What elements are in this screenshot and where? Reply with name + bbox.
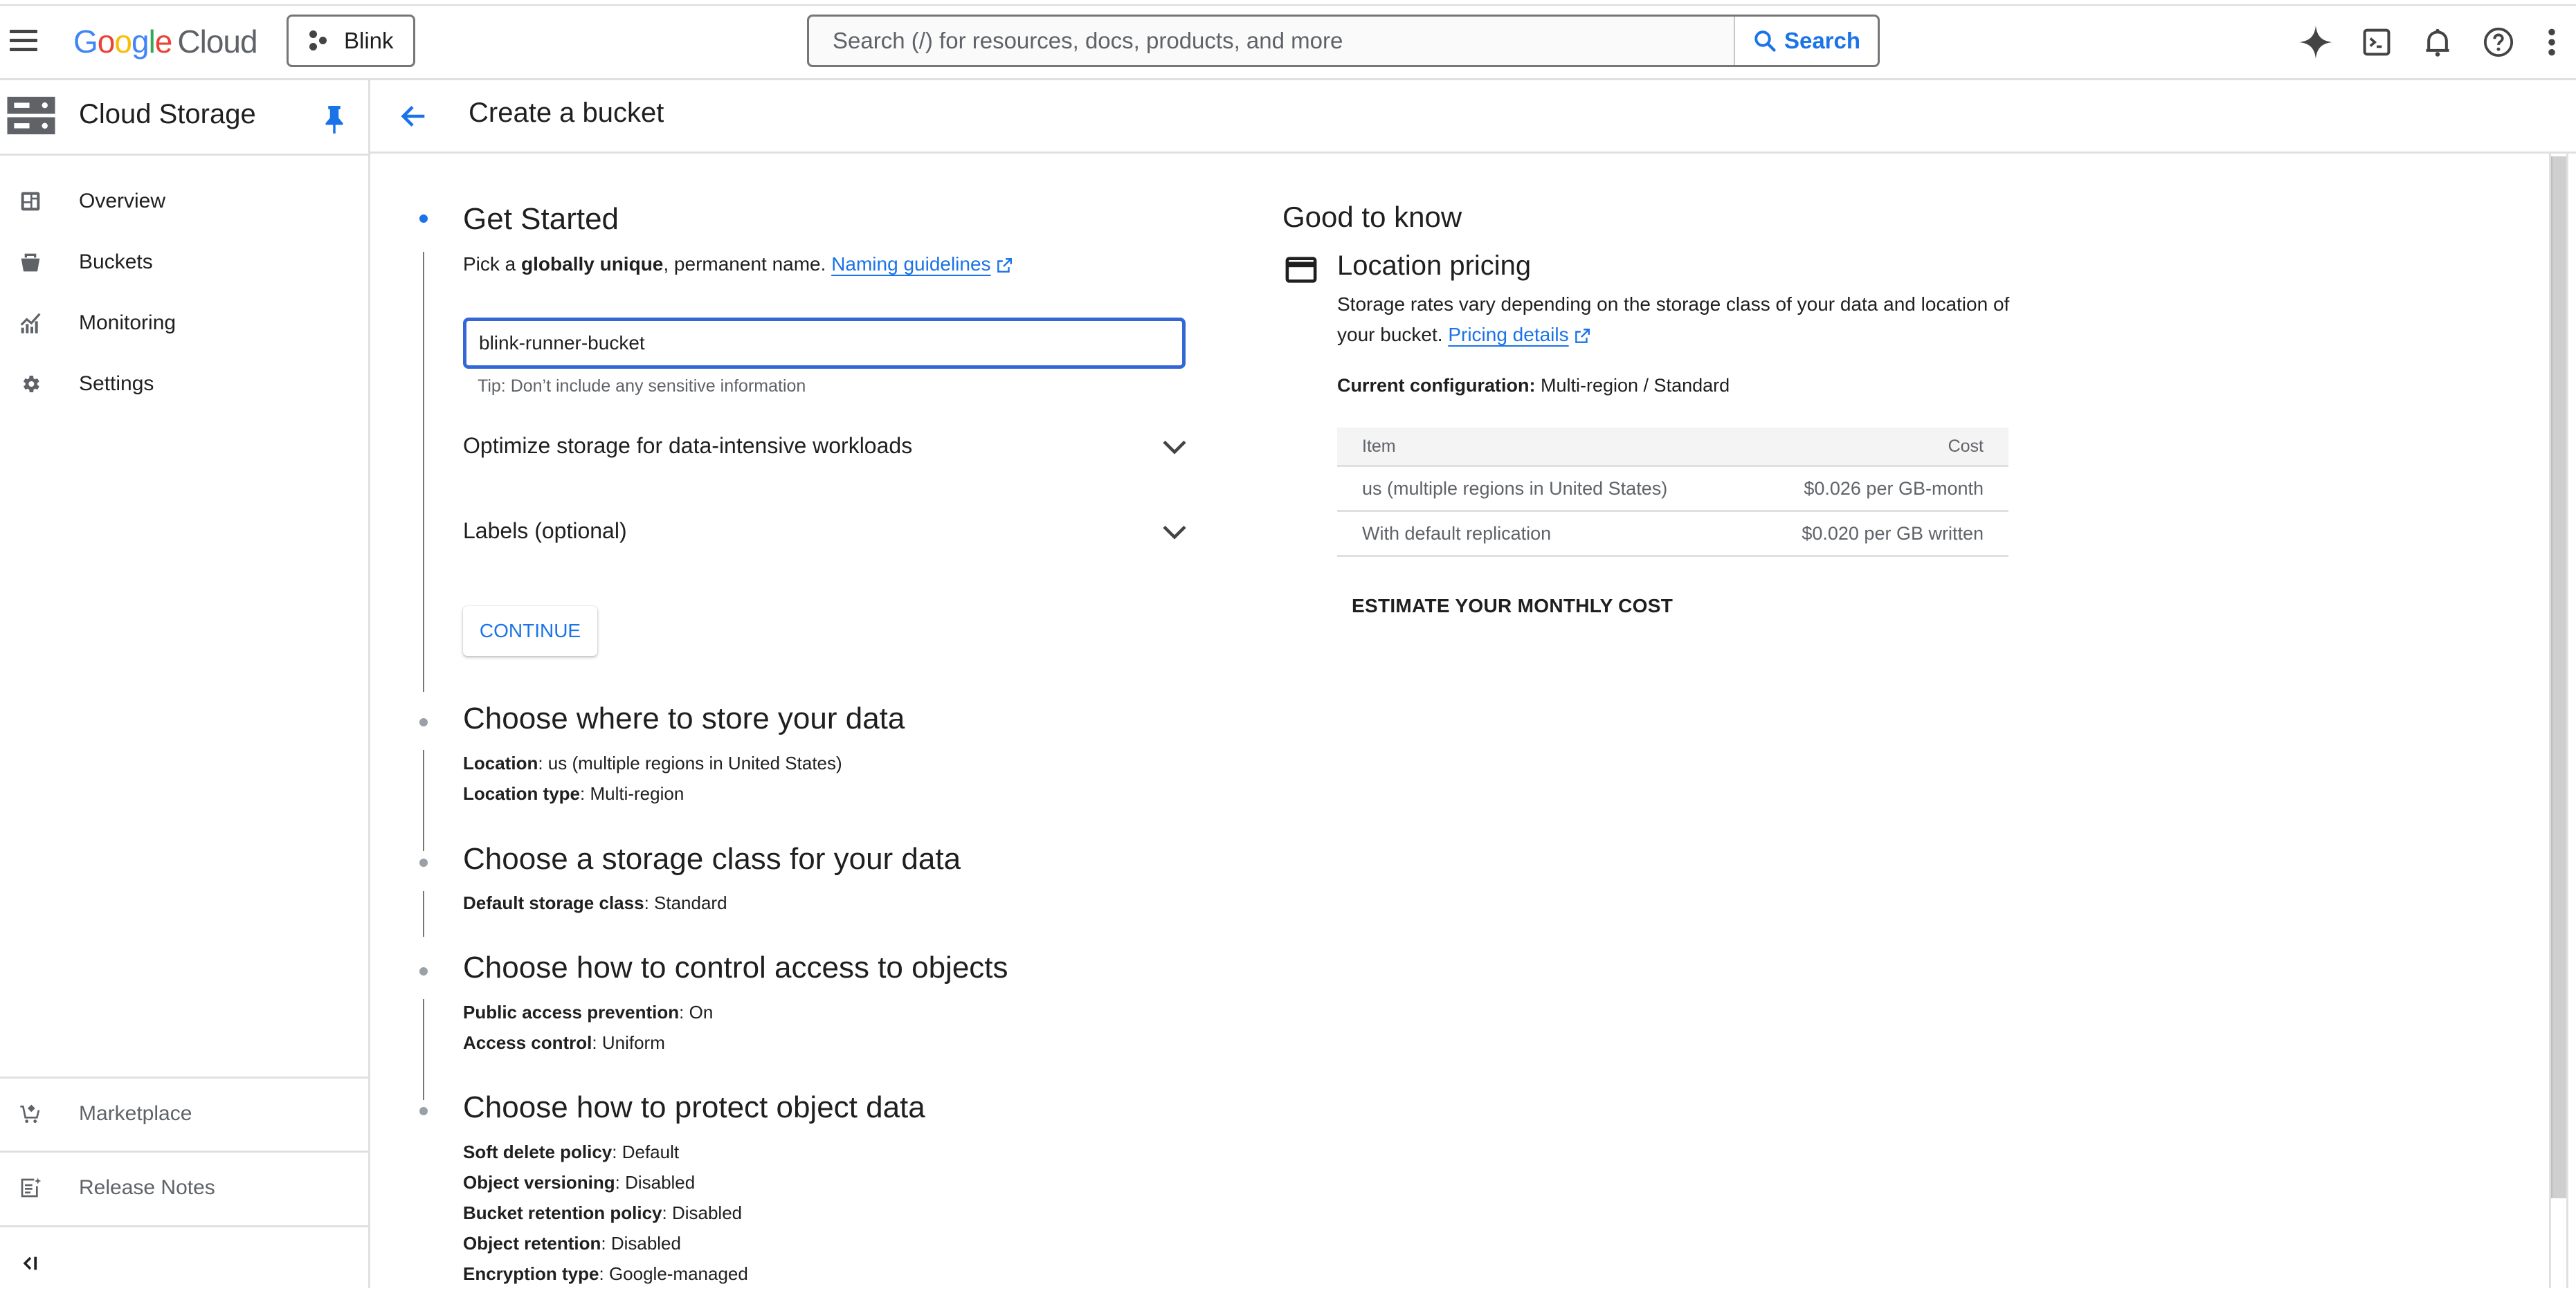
collapse-sidebar-icon: [23, 1256, 37, 1270]
sidebar-item-buckets[interactable]: Buckets: [0, 235, 367, 290]
notifications-bell-icon[interactable]: [2420, 24, 2456, 60]
gemini-sparkle-icon[interactable]: [2298, 24, 2334, 60]
sidebar-item-overview[interactable]: Overview: [0, 174, 367, 229]
top-right-actions: [2298, 24, 2576, 60]
page-title: Create a bucket: [469, 98, 664, 128]
left-nav-sidebar: Cloud Storage Overview Buckets Monitorin…: [0, 80, 370, 1288]
arrow-back-icon[interactable]: [398, 100, 430, 132]
step-connector-line: [423, 999, 424, 1100]
marketplace-cart-icon: [20, 1104, 40, 1124]
summary-row: Default storage class: Standard: [463, 892, 727, 913]
monitoring-chart-icon: [20, 313, 41, 333]
bucket-name-input[interactable]: [463, 318, 1186, 369]
step-title[interactable]: Choose a storage class for your data: [463, 842, 961, 877]
estimate-monthly-cost-button[interactable]: ESTIMATE YOUR MONTHLY COST: [1352, 595, 1673, 617]
pricing-description: Storage rates vary depending on the stor…: [1337, 293, 2010, 345]
google-cloud-logo[interactable]: Google Cloud: [73, 23, 258, 60]
scrollbar-thumb[interactable]: [2551, 156, 2566, 1198]
pin-icon[interactable]: [324, 106, 345, 134]
table-row: us (multiple regions in United States) $…: [1337, 466, 2008, 512]
optimize-storage-expander[interactable]: Optimize storage for data-intensive work…: [463, 426, 1190, 468]
search-icon: [1754, 30, 1776, 52]
step-connector-line: [423, 891, 424, 937]
current-configuration: Current configuration: Multi-region / St…: [1337, 375, 1730, 396]
hamburger-menu-icon[interactable]: [10, 30, 37, 55]
sidebar-item-release-notes[interactable]: Release Notes: [0, 1160, 367, 1216]
step-connector-line: [423, 750, 424, 851]
cloud-shell-terminal-icon[interactable]: [2359, 24, 2395, 60]
bucket-icon: [21, 253, 40, 272]
search-button-label: Search: [1784, 28, 1861, 53]
browser-top-edge: [0, 0, 2576, 6]
step-title[interactable]: Choose how to protect object data: [463, 1090, 925, 1125]
sidebar-divider: [0, 1151, 368, 1153]
summary-row: Object retention: Disabled: [463, 1233, 681, 1254]
sidebar-divider: [0, 1225, 368, 1227]
summary-row: Location type: Multi-region: [463, 783, 684, 804]
step-title[interactable]: Choose where to store your data: [463, 702, 905, 736]
sidebar-header: Cloud Storage: [0, 80, 368, 156]
project-name: Blink: [344, 28, 394, 53]
chevron-down-icon: [1163, 440, 1186, 455]
credit-card-icon: [1285, 257, 1317, 283]
help-icon[interactable]: [2480, 24, 2516, 60]
chevron-down-icon: [1163, 525, 1186, 540]
summary-row: Soft delete policy: Default: [463, 1142, 680, 1162]
cost-cell: $0.026 per GB-month: [1743, 466, 2008, 512]
summary-row: Object versioning: Disabled: [463, 1172, 696, 1193]
step-indicator: [419, 1107, 428, 1115]
project-selector-button[interactable]: Blink: [287, 15, 415, 67]
storage-server-icon: [7, 96, 55, 135]
external-link-icon: [997, 257, 1012, 273]
sidebar-item-monitoring[interactable]: Monitoring: [0, 295, 367, 351]
search-button[interactable]: Search: [1734, 17, 1878, 65]
sidebar-item-settings[interactable]: Settings: [0, 356, 367, 412]
product-title: Cloud Storage: [79, 99, 256, 129]
table-header-row: Item Cost: [1337, 428, 2008, 467]
step-title[interactable]: Get Started: [463, 202, 619, 237]
summary-row: Access control: Uniform: [463, 1032, 665, 1053]
cost-cell: $0.020 per GB written: [1743, 511, 2008, 557]
item-cell: With default replication: [1337, 511, 1744, 557]
sidebar-divider: [0, 1077, 368, 1079]
table-row: With default replication $0.020 per GB w…: [1337, 511, 2008, 557]
sidebar-item-marketplace[interactable]: Marketplace: [0, 1086, 367, 1142]
step-indicator: [419, 859, 428, 867]
item-cell: us (multiple regions in United States): [1337, 466, 1744, 512]
page-header: Create a bucket: [370, 80, 2576, 154]
search-box: Search: [807, 15, 1880, 67]
pricing-table: Item Cost us (multiple regions in United…: [1337, 428, 2008, 557]
step-title[interactable]: Choose how to control access to objects: [463, 951, 1008, 985]
name-description: Pick a globally unique, permanent name. …: [463, 253, 1013, 275]
column-header-item: Item: [1337, 428, 1744, 467]
gear-icon: [23, 376, 39, 392]
continue-button[interactable]: CONTINUE: [463, 606, 597, 656]
more-vert-icon[interactable]: [2541, 24, 2562, 60]
search-input[interactable]: [809, 17, 1734, 65]
dashboard-icon: [21, 192, 40, 211]
summary-row: Location: us (multiple regions in United…: [463, 753, 842, 773]
location-pricing-title: Location pricing: [1337, 250, 1532, 281]
top-app-bar: Google Cloud Blink Search: [0, 6, 2576, 80]
summary-row: Encryption type: Google-managed: [463, 1263, 748, 1284]
release-notes-icon: [21, 1178, 42, 1198]
naming-guidelines-link[interactable]: Naming guidelines: [831, 253, 990, 275]
summary-row: Bucket retention policy: Disabled: [463, 1202, 743, 1223]
collapse-sidebar-button[interactable]: [0, 1236, 367, 1291]
bucket-name-tip: Tip: Don’t include any sensitive informa…: [478, 376, 806, 396]
scrollbar-edge: [2566, 154, 2568, 1288]
column-header-cost: Cost: [1743, 428, 2008, 467]
good-to-know-heading: Good to know: [1282, 201, 1462, 233]
summary-row: Public access prevention: On: [463, 1002, 714, 1023]
pricing-details-link[interactable]: Pricing details: [1448, 324, 1568, 345]
labels-expander[interactable]: Labels (optional): [463, 511, 1190, 553]
step-indicator: [419, 967, 428, 976]
project-hexagon-icon: [308, 30, 329, 51]
step-connector-line: [423, 252, 424, 692]
step-indicator-active: [419, 214, 428, 223]
step-indicator: [419, 718, 428, 726]
external-link-icon: [1575, 328, 1590, 343]
